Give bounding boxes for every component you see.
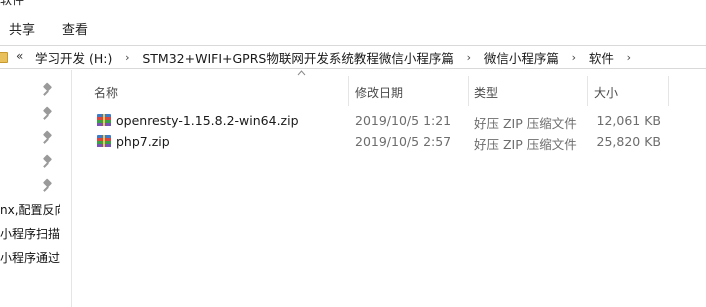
column-header-name[interactable]: 名称 (94, 84, 118, 101)
column-header-type[interactable]: 类型 (474, 84, 498, 101)
pin-icon[interactable] (42, 82, 53, 96)
folder-icon (0, 52, 8, 63)
file-size: 25,820 KB (596, 134, 661, 149)
column-divider[interactable] (668, 76, 669, 106)
column-header-size[interactable]: 大小 (594, 84, 618, 101)
tab-view[interactable]: 查看 (62, 19, 88, 38)
breadcrumb-current-folder[interactable]: 软件 (587, 48, 616, 67)
chevron-right-icon[interactable]: › (456, 51, 482, 64)
address-bar[interactable]: « 学习开发 (H:) › STM32+WIFI+GPRS物联网开发系统教程微信… (0, 45, 706, 69)
column-divider[interactable] (468, 76, 469, 106)
zip-archive-icon (97, 114, 111, 126)
file-size: 12,061 KB (596, 113, 661, 128)
file-modified: 2019/10/5 2:57 (355, 134, 452, 149)
pane-splitter[interactable] (71, 70, 72, 307)
pin-icon[interactable] (42, 178, 53, 192)
column-header-date[interactable]: 修改日期 (355, 84, 403, 101)
navigation-pane: nx,配置反向 小程序扫描 小程序通过 (0, 70, 72, 307)
file-type: 好压 ZIP 压缩文件 (474, 116, 577, 131)
nav-item-2[interactable]: 小程序扫描 (0, 225, 60, 242)
file-modified: 2019/10/5 1:21 (355, 113, 452, 128)
pin-icon[interactable] (42, 106, 53, 120)
column-headers: 名称 修改日期 类型 大小 (84, 70, 706, 110)
breadcrumb-miniprogram-folder[interactable]: 微信小程序篇 (482, 48, 561, 67)
window-title: 软件 (0, 0, 25, 7)
breadcrumb-drive[interactable]: 学习开发 (H:) (33, 48, 114, 67)
column-divider[interactable] (587, 76, 588, 106)
breadcrumb-course-folder[interactable]: STM32+WIFI+GPRS物联网开发系统教程微信小程序篇 (140, 48, 455, 67)
sort-ascending-icon (297, 70, 306, 76)
file-list: openresty-1.15.8.2-win64.zip 2019/10/5 1… (84, 110, 706, 152)
chevron-right-icon[interactable]: › (114, 51, 140, 64)
nav-item-3[interactable]: 小程序通过 (0, 249, 60, 266)
file-row[interactable]: php7.zip 2019/10/5 2:57 好压 ZIP 压缩文件 25,8… (84, 131, 706, 152)
file-type: 好压 ZIP 压缩文件 (474, 137, 577, 152)
column-divider[interactable] (348, 76, 349, 106)
file-explorer-window: 软件 共享 查看 « 学习开发 (H:) › STM32+WIFI+GPRS物联… (0, 0, 706, 307)
chevron-right-icon[interactable]: › (616, 51, 642, 64)
chevron-right-icon[interactable]: › (561, 51, 587, 64)
zip-archive-icon (97, 135, 111, 147)
nav-item-1[interactable]: nx,配置反向 (0, 201, 60, 218)
tab-share[interactable]: 共享 (9, 19, 35, 38)
breadcrumb: 学习开发 (H:) › STM32+WIFI+GPRS物联网开发系统教程微信小程… (33, 46, 642, 68)
breadcrumb-overflow-button[interactable]: « (16, 49, 23, 63)
pin-icon[interactable] (42, 154, 53, 168)
pin-icon[interactable] (42, 130, 53, 144)
file-row[interactable]: openresty-1.15.8.2-win64.zip 2019/10/5 1… (84, 110, 706, 131)
file-name[interactable]: php7.zip (116, 134, 170, 149)
ribbon-tabs: 共享 查看 (0, 10, 706, 42)
file-name[interactable]: openresty-1.15.8.2-win64.zip (116, 113, 299, 128)
